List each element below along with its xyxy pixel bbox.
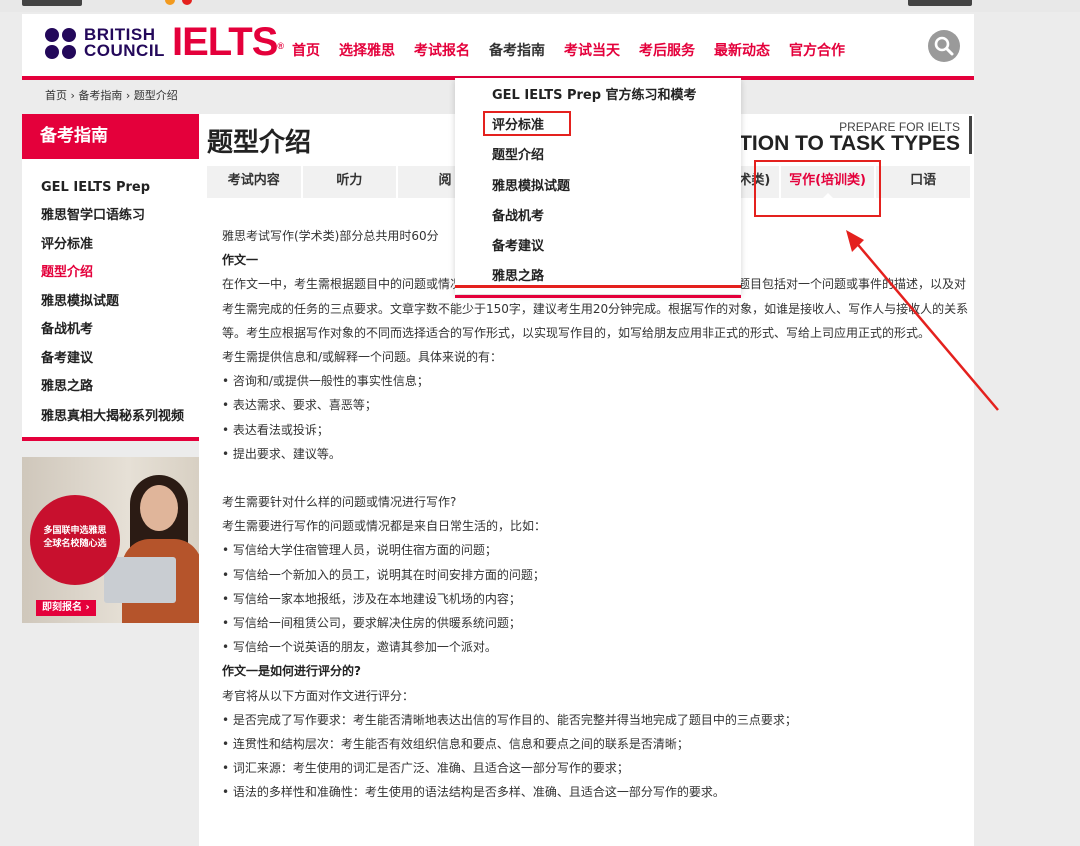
sidebar-item-0[interactable]: GEL IELTS Prep: [22, 173, 199, 202]
tab-0[interactable]: 考试内容: [207, 166, 303, 198]
sidebar-item-6[interactable]: 备考建议: [22, 345, 199, 374]
tab-1[interactable]: 听力: [303, 166, 399, 198]
sidebar-item-5[interactable]: 备战机考: [22, 316, 199, 345]
list-item: • 写信给一个说英语的朋友，邀请其参加一个派对。: [222, 640, 497, 655]
orange-dot-icon: [165, 0, 175, 5]
list-item: • 写信给一个新加入的员工，说明其在时间安排方面的问题；: [222, 567, 545, 582]
nav-item-4[interactable]: 考试当天: [564, 40, 620, 60]
list-item: • 词汇来源：考生使用的词汇是否广泛、准确、且适合这一部分写作的要求；: [222, 761, 629, 776]
situations-list: • 写信给大学住宿管理人员，说明住宿方面的问题； • 写信给一个新加入的员工，说明…: [222, 538, 972, 659]
nav-item-1[interactable]: 选择雅思: [339, 40, 395, 60]
scoring-intro: 考官将从以下方面对作文进行评分：: [222, 688, 415, 703]
list-item: • 写信给大学住宿管理人员，说明住宿方面的问题；: [222, 543, 497, 558]
site-header: BRITISH COUNCIL IELTS® 首页 选择雅思 考试报名 备考指南 考试当…: [22, 14, 974, 80]
annotation-box-scoring: [483, 111, 571, 136]
list-item: • 连贯性和结构层次：考生能否有效组织信息和要点、信息和要点之间的联系是否清晰；: [222, 737, 689, 752]
british-council-dots-icon: [45, 28, 79, 60]
sidebar-item-4[interactable]: 雅思模拟试题: [22, 288, 199, 317]
nav-item-7[interactable]: 官方合作: [789, 40, 845, 60]
prep-accent-bar: [969, 116, 972, 154]
annotation-underline-dropdown: [455, 285, 741, 288]
dropdown-item-5[interactable]: 备考建议: [455, 232, 741, 262]
question-situations: 考生需要针对什么样的问题或情况进行写作?: [222, 495, 457, 510]
list-item: • 写信给一间租赁公司，要求解决住房的供暖系统问题；: [222, 616, 521, 631]
promo-banner[interactable]: 多国联申选雅思 全球名校随心选 即刻报名 ›: [22, 457, 199, 623]
british-council-wordmark: BRITISH COUNCIL: [84, 25, 165, 60]
red-dot-icon: [182, 0, 192, 5]
nav-item-5[interactable]: 考后服务: [639, 40, 695, 60]
list-item: • 表达看法或投诉；: [222, 422, 329, 437]
dropdown-item-0[interactable]: GEL IELTS Prep 官方练习和模考: [455, 81, 741, 111]
sidebar-item-7[interactable]: 雅思之路: [22, 373, 199, 402]
promo-circle-text: 多国联申选雅思 全球名校随心选: [43, 526, 107, 549]
search-icon: [934, 36, 954, 56]
sidebar-item-2[interactable]: 评分标准: [22, 231, 199, 260]
nav-item-2[interactable]: 考试报名: [414, 40, 470, 60]
nav-item-3[interactable]: 备考指南: [489, 40, 545, 60]
list-item: • 语法的多样性和准确性：考生使用的语法结构是否多样、准确、且适合这一部分写作的…: [222, 785, 725, 800]
annotation-box-writing-tab: [754, 160, 881, 217]
banner-person-face: [140, 485, 178, 531]
sidebar-list: GEL IELTS Prep 雅思智学口语练习 评分标准 题型介绍 雅思模拟试题 备战机考…: [22, 159, 199, 441]
page-title: 题型介绍: [207, 128, 312, 158]
browser-top-strip: [0, 0, 1080, 12]
ielts-logo[interactable]: IELTS®: [172, 20, 284, 64]
list-item: • 提出要求、建议等。: [222, 446, 341, 461]
sidebar-title: 备考指南: [22, 114, 199, 159]
british-council-logo[interactable]: BRITISH COUNCIL: [45, 26, 164, 61]
main-nav: 首页 选择雅思 考试报名 备考指南 考试当天 考后服务 最新动态 官方合作: [292, 40, 864, 60]
sidebar-item-1[interactable]: 雅思智学口语练习: [22, 202, 199, 231]
annotation-arrow-icon: [846, 230, 999, 411]
list-item: • 写信给一家本地报纸，涉及在本地建设飞机场的内容；: [222, 591, 521, 606]
dropdown-item-4[interactable]: 备战机考: [455, 202, 741, 232]
dropdown-bottom-border: [455, 295, 741, 298]
laptop-image: [104, 557, 176, 603]
toolbar-button-right[interactable]: [908, 0, 972, 6]
scoring-criteria-list: • 是否完成了写作要求：考生能否清晰地表达出信的写作目的、能否完整并得当地完成了…: [222, 708, 972, 805]
situations-answer: 考生需要进行写作的问题或情况都是来自日常生活的，比如：: [222, 519, 547, 534]
breadcrumb[interactable]: 首页 › 备考指南 › 题型介绍: [45, 87, 178, 103]
nav-item-6[interactable]: 最新动态: [714, 40, 770, 60]
toolbar-button-left[interactable]: [22, 0, 82, 6]
dropdown-item-3[interactable]: 雅思模拟试题: [455, 172, 741, 202]
sidebar: 备考指南 GEL IELTS Prep 雅思智学口语练习 评分标准 题型介绍 雅思模拟试…: [22, 114, 199, 623]
tab-7[interactable]: 口语: [876, 166, 972, 198]
list-item: • 是否完成了写作要求：考生能否清晰地表达出信的写作目的、能否完整并得当地完成了…: [222, 712, 797, 727]
search-button[interactable]: [928, 30, 960, 62]
dropdown-item-2[interactable]: 题型介绍: [455, 141, 741, 171]
nav-item-0[interactable]: 首页: [292, 40, 320, 60]
sidebar-item-3[interactable]: 题型介绍: [22, 259, 199, 288]
sidebar-item-8[interactable]: 雅思真相大揭秘系列视频: [22, 402, 199, 431]
register-now-button[interactable]: 即刻报名 ›: [36, 600, 96, 616]
scoring-heading: 作文一是如何进行评分的?: [222, 664, 361, 679]
